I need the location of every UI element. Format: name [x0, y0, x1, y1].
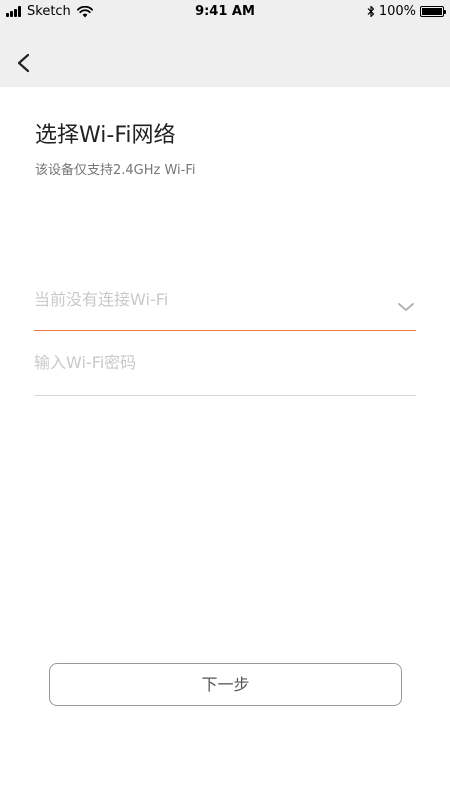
page-title: 选择Wi-Fi网络	[35, 123, 176, 148]
battery-icon	[420, 6, 446, 17]
wifi-select-value: 当前没有连接Wi-Fi	[34, 290, 169, 309]
battery-percent: 100%	[378, 4, 416, 19]
chevron-down-icon	[398, 303, 414, 311]
page-subtitle: 该设备仅支持2.4GHz Wi-Fi	[35, 163, 196, 178]
wifi-password-field	[34, 342, 416, 396]
status-bar: Sketch 9:41 AM 100%	[0, 0, 450, 24]
status-right: 100%	[367, 4, 446, 19]
bluetooth-icon	[367, 5, 374, 18]
wifi-network-select[interactable]: 当前没有连接Wi-Fi	[34, 276, 416, 331]
back-button[interactable]	[12, 50, 36, 76]
next-step-button[interactable]: 下一步	[49, 663, 402, 706]
wifi-password-input[interactable]	[34, 342, 416, 395]
chevron-left-icon	[17, 53, 30, 73]
